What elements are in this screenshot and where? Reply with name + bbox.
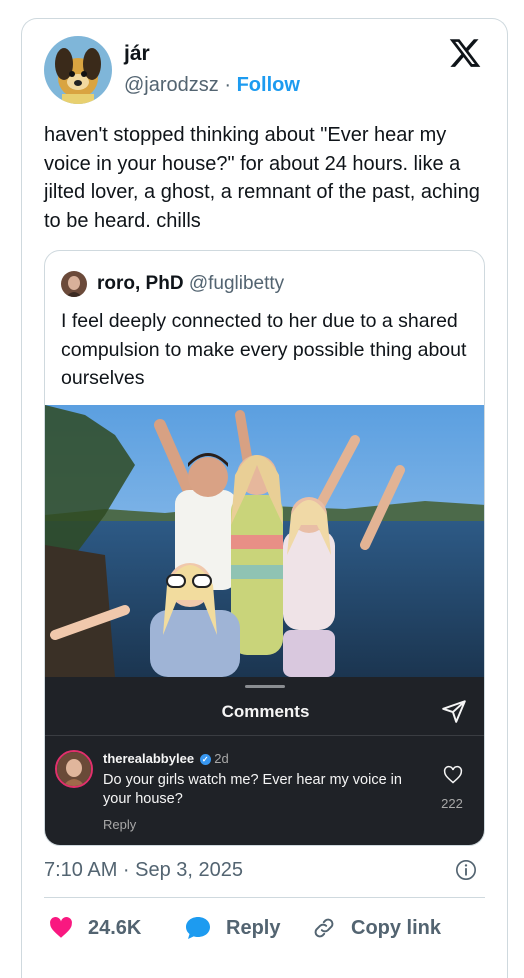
tweet-timestamp[interactable]: 7:10 AM · Sep 3, 2025 [44,857,243,883]
like-count: 24.6K [88,917,142,939]
comment-age: 2d [214,751,229,766]
link-icon [314,918,334,938]
action-divider [44,897,485,898]
comment-text: Do your girls watch me? Ever hear my voi… [103,772,402,807]
reply-label: Reply [226,917,281,939]
heart-icon [50,917,72,938]
info-icon[interactable] [455,859,477,881]
comment-reply-button[interactable]: Reply [103,817,136,833]
family-photo[interactable] [45,405,484,677]
separator-dot: · [224,74,232,96]
quoted-author-row: roro, PhD @fuglibetty [97,271,284,297]
follow-button[interactable]: Follow [237,74,300,96]
verified-badge-icon: ✓ [199,754,211,766]
commenter-avatar[interactable] [55,750,93,788]
author-handle[interactable]: @jarodzsz [124,74,219,96]
reply-bubble-icon [186,917,210,939]
comments-divider [45,735,484,736]
drag-handle[interactable] [245,685,285,688]
commenter-row: therealabbylee ✓ 2d [103,751,229,767]
quoted-tweet[interactable]: roro, PhD @fuglibetty I feel deeply conn… [44,250,485,846]
like-button[interactable]: 24.6K [48,913,141,943]
comment-like-count: 222 [441,796,463,811]
heart-outline-icon[interactable] [443,765,463,785]
instagram-comments-panel: Comments therealabbylee ✓ 2d Do your gir… [45,677,484,845]
author-name[interactable]: jár [124,42,150,66]
x-logo-icon[interactable] [448,36,482,70]
author-handle-row: @jarodzsz · Follow [124,73,300,97]
reply-button[interactable]: Reply [184,913,280,943]
quoted-tweet-text: I feel deeply connected to her due to a … [61,310,467,389]
copy-link-label: Copy link [351,917,442,939]
commenter-username[interactable]: therealabbylee [103,751,194,766]
quoted-author-name[interactable]: roro, PhD [97,273,184,294]
tweet-text: haven't stopped thinking about "Ever hea… [44,124,480,232]
copy-link-button[interactable]: Copy link [311,913,441,943]
send-icon[interactable] [441,698,467,724]
comments-title: Comments [221,702,310,721]
quoted-author-handle[interactable]: @fuglibetty [189,273,284,294]
author-avatar[interactable] [44,36,112,104]
quoted-author-avatar[interactable] [61,271,87,297]
